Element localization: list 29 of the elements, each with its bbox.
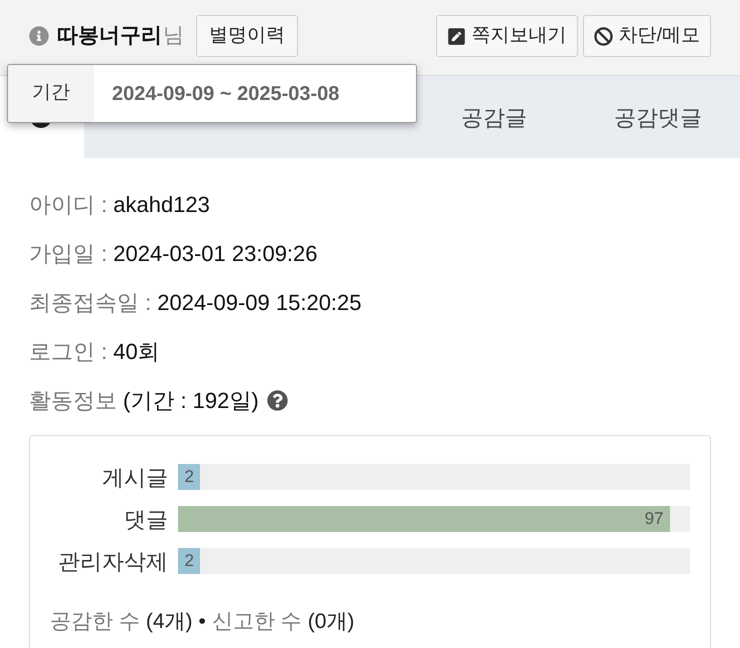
help-icon[interactable] [266, 390, 288, 411]
info-label: 가입일 : [29, 240, 108, 268]
send-message-button[interactable]: 쪽지보내기 [436, 15, 578, 57]
name-suffix: 님 [163, 23, 184, 50]
period-label: 기간 [8, 65, 94, 122]
stat-bar-fill: 2 [178, 548, 200, 574]
stat-bar-fill: 2 [178, 464, 200, 490]
info-label: 아이디 : [29, 191, 108, 219]
stat-label: 게시글 [101, 464, 168, 492]
info-value: 2024-09-09 15:20:25 [157, 289, 362, 317]
summary-text: 공감한 수 (4개) • 신고한 수 (0개) [50, 609, 354, 635]
activity-period: (기간 : 192일) [123, 387, 259, 415]
nickname-history-button[interactable]: 별명이력 [196, 15, 298, 57]
period-value: 2024-09-09 ~ 2025-03-08 [111, 82, 340, 106]
info-icon [29, 26, 49, 46]
tab[interactable]: 공감댓글 [576, 76, 740, 158]
info-value: 40회 [113, 338, 160, 366]
info-value: 2024-03-01 23:09:26 [113, 240, 318, 268]
activity-label: 활동정보 [29, 387, 117, 415]
stat-label: 댓글 [123, 506, 168, 534]
ban-icon [594, 26, 613, 46]
tab[interactable]: 공감글 [412, 76, 576, 158]
block-memo-button[interactable]: 차단/메모 [582, 15, 711, 57]
info-label: 최종접속일 : [29, 289, 152, 317]
info-label: 로그인 : [29, 338, 108, 366]
stat-label: 관리자삭제 [57, 548, 168, 576]
user-name: 따봉너구리 [57, 23, 162, 50]
info-value: akahd123 [113, 191, 210, 219]
stat-bar-fill: 97 [178, 506, 670, 532]
